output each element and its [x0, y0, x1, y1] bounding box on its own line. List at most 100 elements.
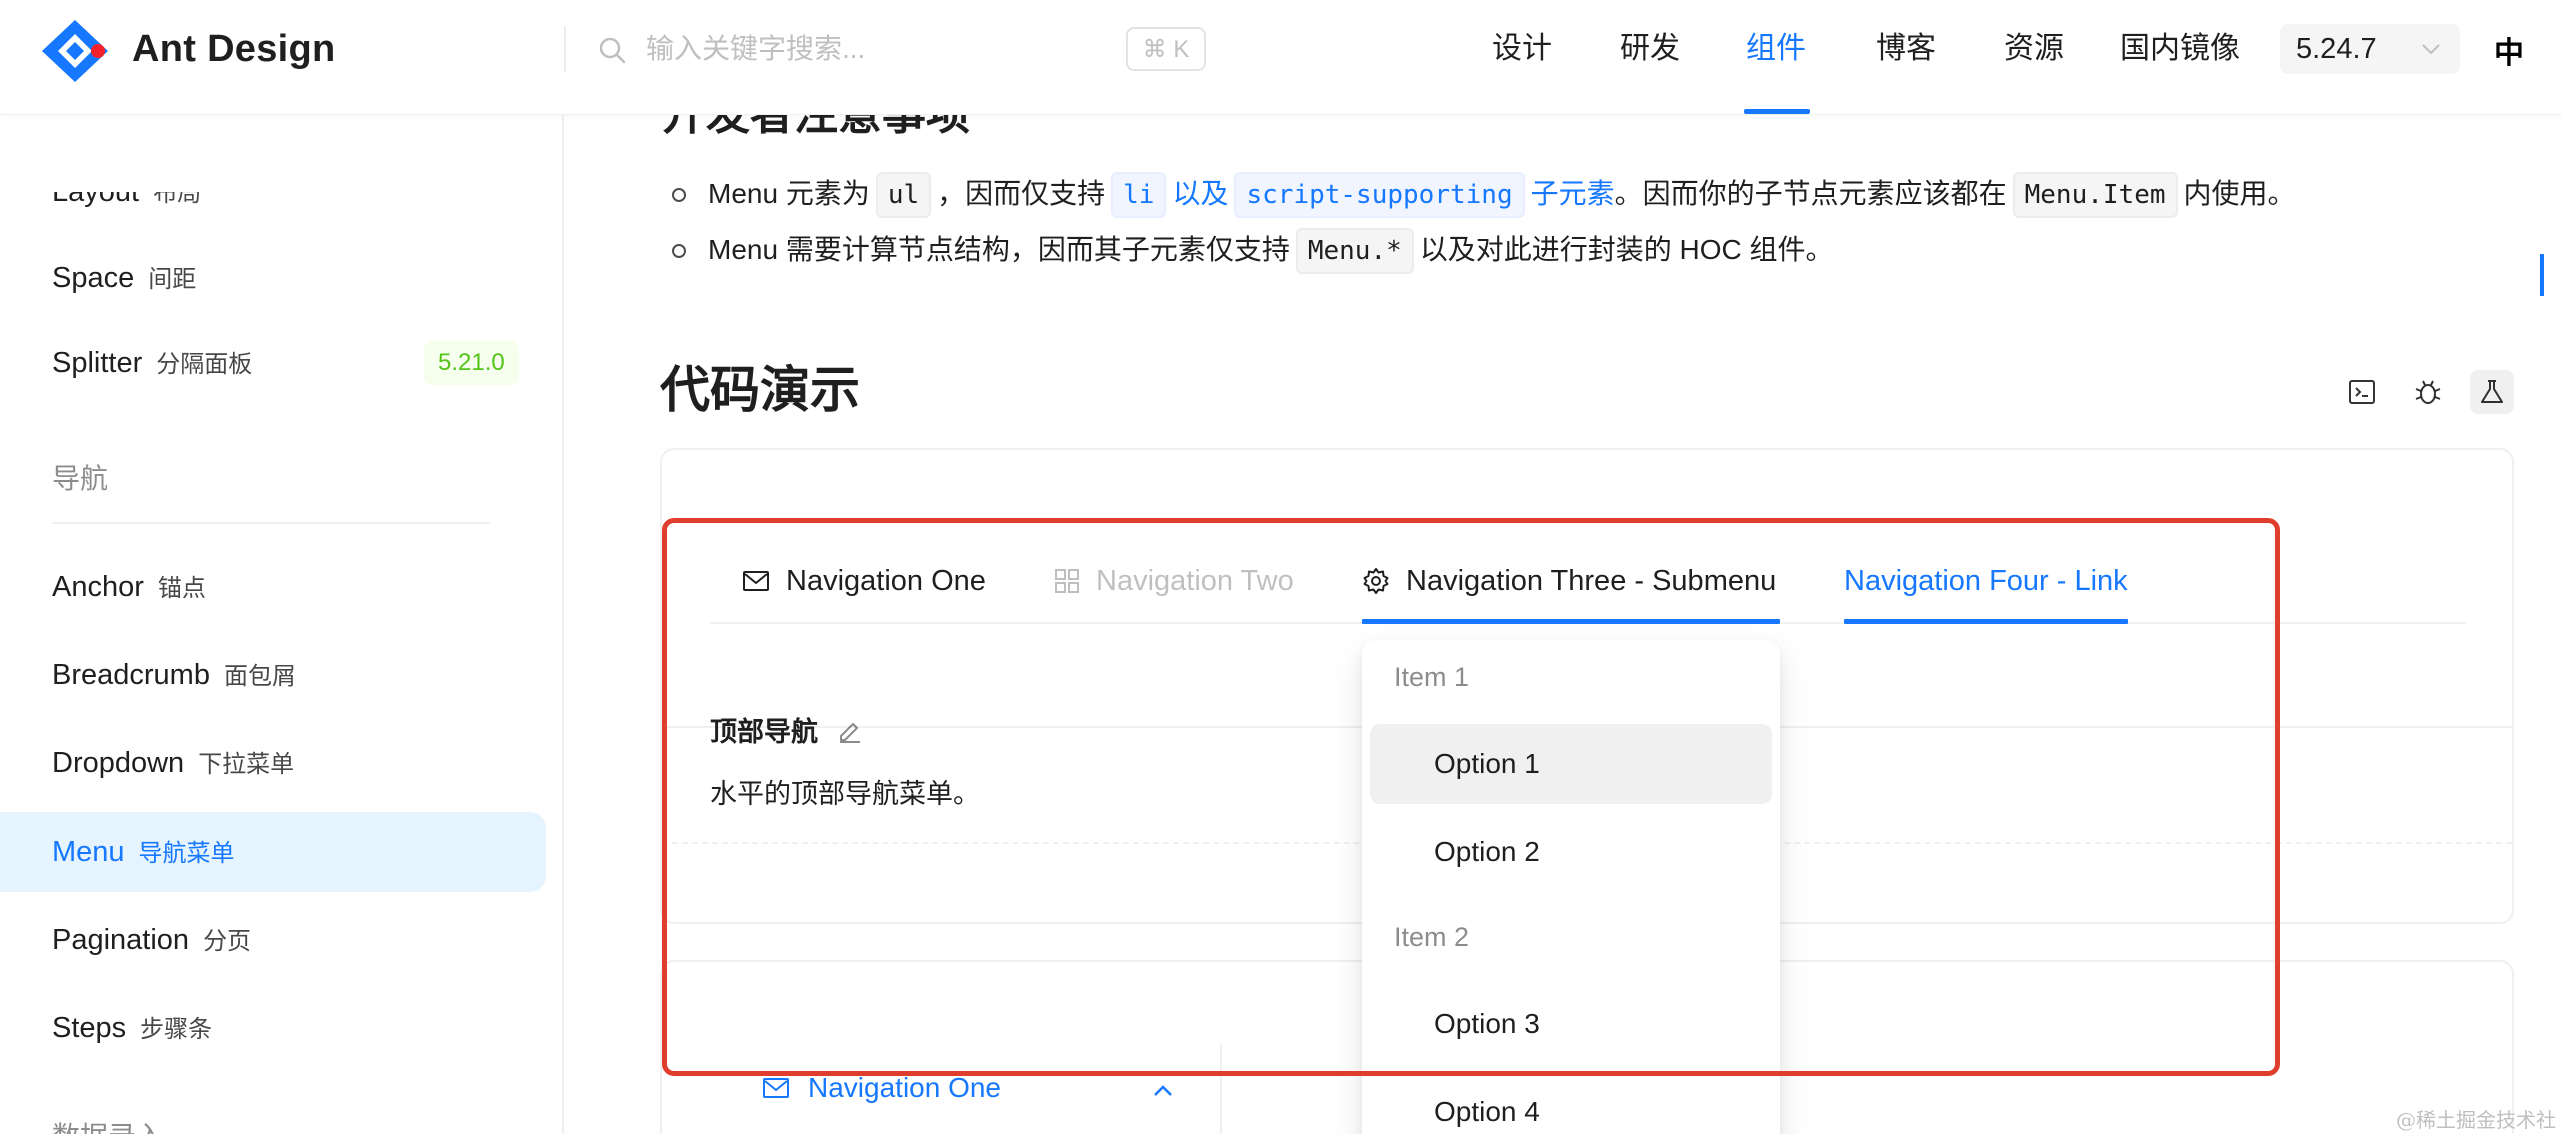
- sidebar-item-sublabel: 下拉菜单: [198, 751, 295, 778]
- sidebar-item-label: Dropdown: [52, 747, 185, 779]
- sidebar-item-space[interactable]: Space 间距: [52, 253, 196, 303]
- language-label: 中: [2494, 37, 2524, 70]
- text-fragment: 以及对此进行封装的 HOC 组件。: [1419, 234, 1834, 265]
- sidebar-item-label: Anchor: [52, 571, 144, 603]
- sidebar-item-sublabel: 面包屑: [223, 663, 296, 690]
- menu-item-navigation-two: Navigation Two: [1054, 558, 1294, 604]
- sidebar-item-sublabel: 锚点: [157, 575, 206, 602]
- sidebar-item-label: Breadcrumb: [52, 659, 210, 691]
- link-text[interactable]: 以及: [1172, 178, 1228, 209]
- codesandbox-tool[interactable]: [2340, 370, 2384, 414]
- section-title-demos: 代码演示: [660, 362, 860, 418]
- sidebar-item-anchor[interactable]: Anchor 锚点: [52, 562, 206, 612]
- menu-item-label: Navigation One: [786, 564, 986, 597]
- dropdown-option-4[interactable]: Option 4: [1370, 1072, 1772, 1134]
- notes-line-1: Menu 元素为 ul ，因而仅支持 li 以及 script-supporting 子元素…: [708, 172, 2296, 218]
- sidebar-item-sublabel: 分页: [203, 928, 252, 955]
- flask-icon: [2481, 380, 2503, 403]
- sidebar-item-label: Layout: [52, 176, 140, 208]
- menu-item-navigation-four-link[interactable]: Navigation Four - Link: [1844, 558, 2128, 604]
- sidebar-item-sublabel: 导航菜单: [138, 840, 235, 867]
- logo-text[interactable]: Ant Design: [132, 28, 336, 71]
- sidebar-item-layout[interactable]: Layout 布局: [52, 176, 202, 217]
- menu-item-label: Navigation Three - Submenu: [1406, 564, 1777, 597]
- demo-title: 顶部导航: [710, 710, 864, 749]
- search-icon: [599, 37, 626, 64]
- watermark: @稀土掘金技术社区: [2396, 1108, 2556, 1132]
- nav-mirror[interactable]: 国内镜像: [2120, 26, 2240, 72]
- text-fragment: Menu 需要计算节点结构，因而其子元素仅支持: [708, 234, 1290, 265]
- sidebar-item-menu[interactable]: Menu 导航菜单: [52, 827, 235, 877]
- notes-line-2: Menu 需要计算节点结构，因而其子元素仅支持 Menu.* 以及对此进行封装的 H…: [708, 228, 1834, 274]
- nav-design[interactable]: 设计: [1492, 26, 1552, 72]
- code-menu-star: Menu.*: [1295, 228, 1414, 274]
- nav-develop[interactable]: 研发: [1620, 26, 1680, 72]
- setting-icon: [1363, 568, 1389, 594]
- chevron-down-icon: [2422, 44, 2440, 55]
- demo-description: 水平的顶部导航菜单。: [710, 779, 980, 809]
- ant-design-logo-icon[interactable]: [40, 18, 110, 84]
- code-menu-item: Menu.Item: [2012, 172, 2178, 218]
- nav-active-indicator: [1744, 109, 1810, 114]
- sidebar-item-sublabel: 分隔面板: [156, 351, 253, 378]
- nav-components[interactable]: 组件: [1746, 26, 1806, 72]
- sidebar-item-dropdown[interactable]: Dropdown 下拉菜单: [52, 738, 294, 788]
- dropdown-option-3[interactable]: Option 3: [1370, 984, 1772, 1064]
- version-badge: 5.21.0: [424, 341, 519, 385]
- code-script-supporting-link[interactable]: script-supporting: [1234, 172, 1525, 218]
- menu-item-navigation-three-submenu[interactable]: Navigation Three - Submenu: [1362, 558, 1776, 604]
- inline-menu-label: Navigation One: [808, 1072, 1002, 1103]
- mail-icon: [743, 571, 769, 591]
- sidebar-item-label: Steps: [52, 1012, 127, 1044]
- search-shortcut-badge: ⌘ K: [1126, 27, 1206, 71]
- sidebar-item-steps[interactable]: Steps 步骤条: [52, 1003, 212, 1053]
- submenu-active-underline: [1362, 619, 1780, 624]
- bullet-marker: [672, 244, 686, 258]
- language-switch-icon[interactable]: 中: [2494, 28, 2536, 70]
- link-active-underline: [1844, 619, 2128, 624]
- link-text[interactable]: 子元素: [1531, 178, 1615, 209]
- debug-tool[interactable]: [2406, 370, 2450, 414]
- sidebar-item-breadcrumb[interactable]: Breadcrumb 面包屑: [52, 650, 296, 700]
- sidebar-item-label: Menu: [52, 836, 125, 868]
- submenu-dropdown: Item 1 Option 1 Option 2 Item 2 Option 3…: [1362, 640, 1780, 1134]
- sidebar-item-sublabel: 间距: [148, 266, 197, 293]
- sidebar-item-sublabel: 步骤条: [140, 1016, 213, 1043]
- sidebar-divider: [52, 522, 490, 524]
- header-divider: [564, 26, 566, 72]
- demo-title-text: 顶部导航: [710, 717, 818, 747]
- edit-icon[interactable]: [836, 716, 864, 744]
- inline-menu-navigation-one[interactable]: Navigation One: [762, 1072, 1001, 1104]
- top-header: Ant Design ⌘ K 设计 研发 组件 博客 资源 国内镜像 5.24.…: [0, 0, 2562, 115]
- dropdown-option-2[interactable]: Option 2: [1370, 812, 1772, 892]
- anchor-scroll-indicator: [2540, 254, 2544, 296]
- nav-blog[interactable]: 博客: [1876, 26, 1936, 72]
- code-ul: ul: [875, 172, 932, 218]
- sidebar-item-pagination[interactable]: Pagination 分页: [52, 915, 251, 965]
- sidebar: Layout 布局 Space 间距 Splitter 分隔面板 5.21.0 导航 …: [0, 115, 564, 1134]
- bullet-marker: [672, 188, 686, 202]
- sidebar-item-label: Pagination: [52, 924, 190, 956]
- inline-menu-border: [1220, 1044, 1222, 1134]
- experiment-tool[interactable]: [2470, 370, 2514, 414]
- menu-item-navigation-one[interactable]: Navigation One: [742, 558, 986, 604]
- sidebar-item-label: Space: [52, 262, 135, 294]
- code-li-link[interactable]: li: [1111, 172, 1167, 218]
- sidebar-item-splitter[interactable]: Splitter 分隔面板: [52, 338, 252, 388]
- sidebar-item-sublabel: 布局: [153, 180, 202, 207]
- dropdown-group-item-2: Item 2: [1394, 922, 1470, 952]
- text-fragment: 内使用。: [2183, 178, 2296, 209]
- menu-item-label: Navigation Four - Link: [1844, 564, 2128, 597]
- appstore-icon: [1055, 569, 1079, 593]
- sidebar-group-data-entry: 数据录入: [52, 1115, 164, 1134]
- search-input[interactable]: [646, 26, 1106, 72]
- dropdown-option-1[interactable]: Option 1: [1370, 724, 1772, 804]
- text-fragment: Menu 元素为: [708, 178, 870, 209]
- chevron-up-icon[interactable]: [1152, 1080, 1174, 1102]
- text-fragment: ，因而仅支持: [937, 178, 1106, 209]
- terminal-icon: [2349, 380, 2375, 404]
- version-select[interactable]: 5.24.7: [2280, 24, 2460, 74]
- sidebar-item-label: Splitter: [52, 347, 143, 379]
- nav-resources[interactable]: 资源: [2004, 26, 2064, 72]
- dropdown-group-item-1: Item 1: [1394, 662, 1470, 692]
